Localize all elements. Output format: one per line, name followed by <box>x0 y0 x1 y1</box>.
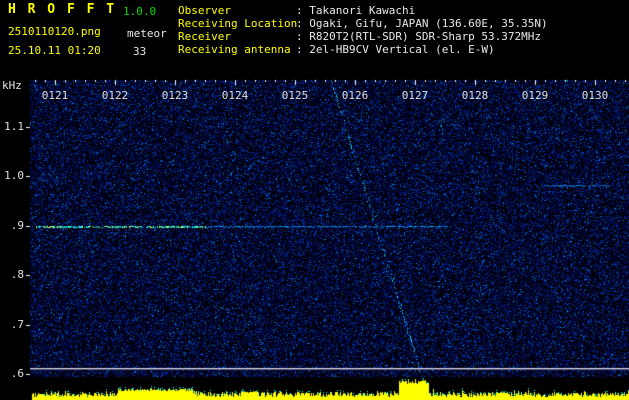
x-tick-label: 0130 <box>581 89 609 102</box>
app-title: H R O F F T <box>8 2 117 17</box>
y-axis-unit: kHz <box>2 79 22 92</box>
x-tick-label: 0125 <box>281 89 309 102</box>
info-row-observer: Observer : Takanori Kawachi <box>178 4 548 17</box>
observer-info: Observer : Takanori Kawachi Receiving Lo… <box>178 4 548 56</box>
y-tick-label: .6 <box>10 367 24 380</box>
x-tick-label: 0126 <box>341 89 369 102</box>
x-tick-label: 0122 <box>101 89 129 102</box>
info-value: : Ogaki, Gifu, JAPAN (136.60E, 35.35N) <box>296 17 548 30</box>
y-tick-label: 1.0 <box>4 169 24 182</box>
mode-label: meteor <box>127 27 167 40</box>
y-tick-label: 1.1 <box>4 120 24 133</box>
x-tick-label: 0123 <box>161 89 189 102</box>
y-tick-label: .7 <box>10 318 24 331</box>
info-value: : R820T2(RTL-SDR) SDR-Sharp 53.372MHz <box>296 30 542 43</box>
hrofft-screen: H R O F F T 1.0.0 2510110120.png meteor … <box>0 0 629 400</box>
echo-count: 33 <box>133 45 147 58</box>
output-filename: 2510110120.png <box>8 25 101 38</box>
info-label: Receiving antenna <box>178 43 291 56</box>
x-tick-label: 0127 <box>401 89 429 102</box>
spectrogram-canvas <box>0 0 629 400</box>
datetime-label: 25.10.11 01:20 <box>8 44 101 57</box>
info-row-location: Receiving Location : Ogaki, Gifu, JAPAN … <box>178 17 548 30</box>
info-row-receiver: Receiver : R820T2(RTL-SDR) SDR-Sharp 53.… <box>178 30 548 43</box>
x-tick-label: 0121 <box>41 89 69 102</box>
app-version: 1.0.0 <box>123 5 157 18</box>
info-label: Receiving Location <box>178 17 298 30</box>
info-value: : Takanori Kawachi <box>296 4 416 17</box>
y-tick-label: .9 <box>10 219 24 232</box>
x-tick-label: 0128 <box>461 89 489 102</box>
info-value: : 2el-HB9CV Vertical (el. E-W) <box>296 43 495 56</box>
y-tick-label: .8 <box>10 268 24 281</box>
x-tick-label: 0124 <box>221 89 249 102</box>
info-label: Observer <box>178 4 231 17</box>
info-label: Receiver <box>178 30 231 43</box>
x-tick-label: 0129 <box>521 89 549 102</box>
info-row-antenna: Receiving antenna : 2el-HB9CV Vertical (… <box>178 43 548 56</box>
